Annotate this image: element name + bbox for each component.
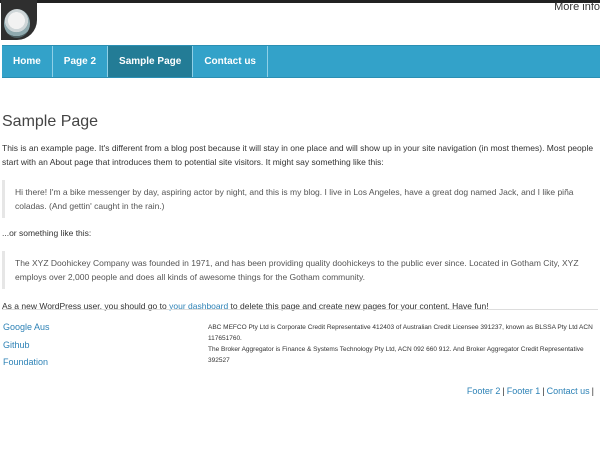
footer-1-link[interactable]: Footer 1 bbox=[507, 386, 541, 396]
footer-contact-us-link[interactable]: Contact us bbox=[547, 386, 590, 396]
footer-disclaimer: ABC MEFCO Pty Ltd is Corporate Credit Re… bbox=[208, 322, 598, 366]
nav-page-2[interactable]: Page 2 bbox=[53, 46, 109, 77]
footer-divider bbox=[2, 309, 598, 310]
nav-sample-page[interactable]: Sample Page bbox=[108, 46, 194, 77]
footer-bottom-links: Footer 2 | Footer 1 | Contact us | bbox=[467, 386, 596, 396]
separator: | bbox=[591, 386, 594, 396]
more-info-link[interactable]: More info bbox=[554, 0, 600, 13]
footer-text-1: ABC MEFCO Pty Ltd is Corporate Credit Re… bbox=[208, 324, 593, 342]
or-text: ...or something like this: bbox=[2, 228, 92, 238]
separator: | bbox=[542, 386, 545, 396]
nav-contact-us[interactable]: Contact us bbox=[193, 46, 268, 77]
site-logo[interactable] bbox=[1, 0, 37, 40]
footer-2-link[interactable]: Footer 2 bbox=[467, 386, 501, 396]
separator: | bbox=[502, 386, 505, 396]
top-rule bbox=[0, 0, 600, 3]
intro-paragraph: This is an example page. It's different … bbox=[2, 143, 594, 167]
final-paragraph: As a new WordPress user, you should go t… bbox=[2, 299, 598, 313]
logo-avatar-icon bbox=[4, 9, 30, 38]
quote-2-text: The XYZ Doohickey Company was founded in… bbox=[15, 258, 579, 282]
blockquote-1: Hi there! I'm a bike messenger by day, a… bbox=[2, 180, 598, 218]
nav-home[interactable]: Home bbox=[2, 46, 53, 77]
footer-link-github[interactable]: Github bbox=[3, 340, 50, 350]
main-nav: Home Page 2 Sample Page Contact us bbox=[2, 45, 600, 78]
footer-links: Google Aus Github Foundation bbox=[3, 322, 50, 375]
footer-link-foundation[interactable]: Foundation bbox=[3, 357, 50, 367]
page-title: Sample Page bbox=[2, 113, 99, 130]
quote-1-text: Hi there! I'm a bike messenger by day, a… bbox=[15, 187, 574, 211]
footer-text-2: The Broker Aggregator is Finance & Syste… bbox=[208, 346, 584, 364]
footer-link-google-aus[interactable]: Google Aus bbox=[3, 322, 50, 332]
blockquote-2: The XYZ Doohickey Company was founded in… bbox=[2, 251, 598, 289]
page-content: Sample Page This is an example page. It'… bbox=[2, 112, 598, 313]
